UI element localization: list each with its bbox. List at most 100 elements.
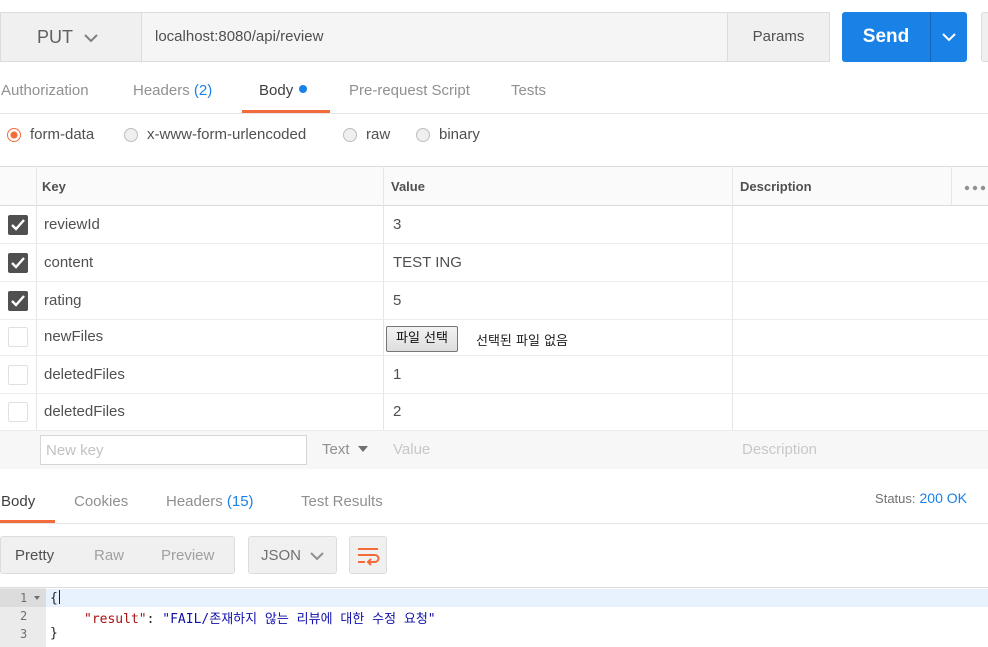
table-row: rating 5 bbox=[0, 282, 988, 320]
table-row: content TEST ING bbox=[0, 244, 988, 282]
line-number-text: 3 bbox=[20, 627, 28, 641]
line-number: 2 bbox=[0, 607, 46, 625]
radio-raw[interactable]: raw bbox=[343, 126, 390, 143]
send-dropdown-button[interactable] bbox=[930, 12, 967, 62]
chevron-down-icon bbox=[84, 34, 98, 43]
tab-authorization[interactable]: Authorization bbox=[1, 82, 89, 99]
tab-body[interactable]: Body bbox=[259, 82, 308, 99]
code-line: } bbox=[46, 625, 988, 643]
wrap-lines-icon bbox=[358, 548, 380, 566]
table-header: Key Value Description bbox=[0, 166, 988, 206]
format-selector[interactable]: JSON bbox=[248, 536, 337, 574]
tab-body-label: Body bbox=[259, 82, 294, 99]
row-value[interactable]: 2 bbox=[393, 403, 401, 420]
row-checkbox[interactable] bbox=[8, 327, 28, 347]
tab-response-body[interactable]: Body bbox=[1, 493, 35, 510]
checkmark-icon bbox=[11, 219, 25, 231]
response-body-editor[interactable]: 1 2 3 { "result": "FAIL/존재하지 않는 리뷰에 대한 수… bbox=[0, 587, 988, 647]
radio-indicator bbox=[343, 127, 357, 142]
url-input[interactable]: localhost:8080/api/review bbox=[141, 12, 728, 62]
checkmark-icon bbox=[11, 295, 25, 307]
method-label: PUT bbox=[37, 27, 73, 47]
save-button[interactable] bbox=[981, 12, 988, 62]
status-value: 200 OK bbox=[919, 490, 967, 506]
row-key[interactable]: content bbox=[44, 254, 93, 271]
active-tab-indicator bbox=[0, 520, 55, 523]
body-type-options: form-data x-www-form-urlencoded raw bina… bbox=[0, 126, 988, 150]
checkmark-icon bbox=[11, 257, 25, 269]
column-header-description: Description bbox=[740, 179, 812, 194]
radio-label: form-data bbox=[30, 126, 95, 143]
json-close-brace: } bbox=[50, 626, 58, 641]
radio-label: raw bbox=[366, 126, 391, 143]
row-key[interactable]: newFiles bbox=[44, 328, 103, 345]
view-mode-pretty[interactable]: Pretty bbox=[15, 547, 54, 564]
line-number: 1 bbox=[0, 589, 46, 607]
row-value[interactable]: 3 bbox=[393, 216, 401, 233]
response-headers-count-badge: (15) bbox=[226, 493, 254, 510]
fold-arrow-icon[interactable] bbox=[34, 596, 40, 600]
format-label: JSON bbox=[261, 547, 302, 564]
radio-form-data[interactable]: form-data bbox=[7, 126, 94, 143]
method-selector[interactable]: PUT bbox=[0, 12, 141, 62]
line-number: 3 bbox=[0, 625, 46, 643]
response-tabs: Body Cookies Headers (15) Test Results S… bbox=[0, 484, 988, 524]
tab-headers-label: Headers bbox=[133, 82, 190, 99]
row-key[interactable]: reviewId bbox=[44, 216, 100, 233]
radio-indicator bbox=[416, 127, 430, 142]
line-number-text: 1 bbox=[20, 591, 28, 605]
row-key[interactable]: rating bbox=[44, 292, 82, 309]
chevron-down-icon bbox=[942, 33, 956, 42]
row-checkbox[interactable] bbox=[8, 365, 28, 385]
tab-test-results[interactable]: Test Results bbox=[301, 493, 383, 510]
params-button[interactable]: Params bbox=[727, 12, 830, 62]
tab-response-headers[interactable]: Headers (15) bbox=[166, 493, 254, 510]
row-checkbox[interactable] bbox=[8, 253, 28, 273]
new-row: New key Text Value Description bbox=[0, 431, 988, 469]
view-mode-raw[interactable]: Raw bbox=[94, 547, 124, 564]
radio-binary[interactable]: binary bbox=[416, 126, 480, 143]
wrap-lines-button[interactable] bbox=[349, 536, 387, 574]
new-description-input[interactable]: Description bbox=[742, 441, 817, 458]
new-key-input[interactable]: New key bbox=[40, 435, 307, 465]
table-row: reviewId 3 bbox=[0, 206, 988, 244]
request-bar: PUT localhost:8080/api/review Params Sen… bbox=[0, 12, 988, 62]
radio-selected-indicator bbox=[7, 127, 21, 142]
line-number-text: 2 bbox=[20, 609, 28, 623]
new-value-input[interactable]: Value bbox=[393, 441, 430, 458]
row-checkbox[interactable] bbox=[8, 291, 28, 311]
json-open-brace: { bbox=[50, 591, 58, 606]
tab-cookies[interactable]: Cookies bbox=[74, 493, 128, 510]
headers-count-badge: (2) bbox=[193, 82, 213, 99]
table-row: newFiles 파일 선택 선택된 파일 없음 bbox=[0, 318, 988, 356]
table-row: deletedFiles 1 bbox=[0, 356, 988, 394]
column-header-value: Value bbox=[391, 179, 425, 194]
row-key[interactable]: deletedFiles bbox=[44, 366, 125, 383]
table-row: deletedFiles 2 bbox=[0, 393, 988, 431]
row-key[interactable]: deletedFiles bbox=[44, 403, 125, 420]
tab-tests[interactable]: Tests bbox=[511, 82, 546, 99]
tab-headers[interactable]: Headers (2) bbox=[133, 82, 212, 99]
row-value[interactable]: 1 bbox=[393, 366, 401, 383]
dropdown-arrow-icon bbox=[357, 446, 368, 452]
status-label: Status: bbox=[875, 491, 916, 506]
chevron-down-icon bbox=[310, 552, 324, 561]
row-value[interactable]: 5 bbox=[393, 292, 401, 309]
type-selector-label: Text bbox=[322, 441, 350, 458]
code-line: { bbox=[46, 589, 988, 607]
choose-file-button[interactable]: 파일 선택 bbox=[386, 326, 458, 352]
send-button[interactable]: Send bbox=[842, 12, 930, 62]
type-selector[interactable]: Text bbox=[322, 441, 368, 458]
code-line: "result": "FAIL/존재하지 않는 리뷰에 대한 수정 요청" bbox=[46, 607, 988, 627]
tab-prerequest-script[interactable]: Pre-request Script bbox=[349, 82, 470, 99]
row-value[interactable]: TEST ING bbox=[393, 254, 462, 271]
file-status-text: 선택된 파일 없음 bbox=[476, 334, 568, 349]
more-options-icon[interactable] bbox=[964, 185, 986, 191]
radio-x-www-form-urlencoded[interactable]: x-www-form-urlencoded bbox=[124, 126, 306, 143]
row-checkbox[interactable] bbox=[8, 402, 28, 422]
view-mode-preview[interactable]: Preview bbox=[161, 547, 214, 564]
new-key-placeholder: New key bbox=[46, 442, 104, 459]
row-checkbox[interactable] bbox=[8, 215, 28, 235]
status-indicator: Status: 200 OK bbox=[875, 490, 967, 506]
column-divider bbox=[951, 166, 952, 206]
